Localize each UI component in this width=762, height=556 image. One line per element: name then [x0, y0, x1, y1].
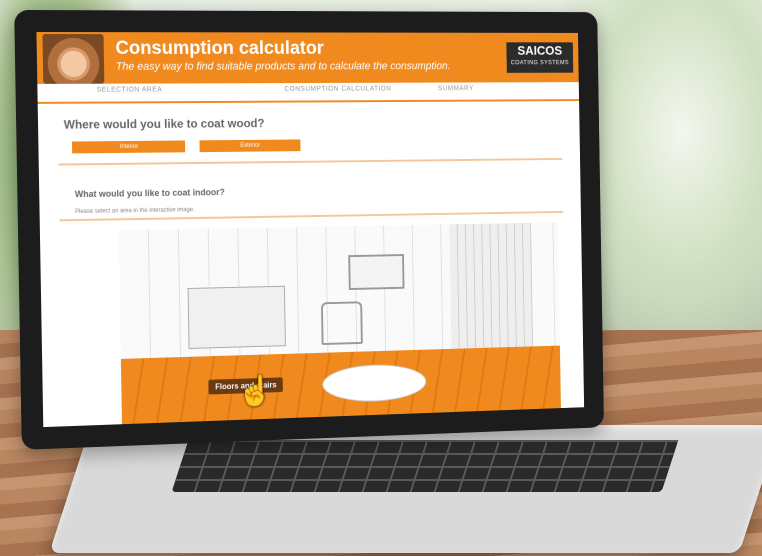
step-tabs: SELECTION AREA CONSUMPTION CALCULATION S…	[37, 82, 580, 104]
armchair[interactable]	[320, 301, 363, 346]
logo-tagline: COATING SYSTEMS	[510, 60, 570, 67]
laptop-screen: Consumption calculator The easy way to f…	[36, 32, 585, 428]
keyboard-rows	[171, 440, 679, 492]
wall-picture	[348, 254, 405, 291]
select-area-hint: Please select an area in the interactive…	[75, 207, 195, 216]
tab-consumption-calculation[interactable]: CONSUMPTION CALCULATION	[284, 86, 391, 93]
interior-button[interactable]: Interior	[71, 140, 186, 154]
pointer-hand-icon: ☝	[237, 374, 274, 409]
saicos-logo: SAICOS COATING SYSTEMS	[506, 42, 574, 73]
app-title: Consumption calculator	[115, 38, 324, 59]
laptop-lid: Consumption calculator The easy way to f…	[14, 9, 604, 450]
question-location: Where would you like to coat wood?	[63, 116, 265, 132]
app-subtitle: The easy way to find suitable products a…	[115, 60, 451, 73]
exterior-button[interactable]: Exterior	[199, 139, 301, 153]
app-header: Consumption calculator The easy way to f…	[36, 32, 579, 84]
wood-panel-wall[interactable]	[449, 222, 534, 359]
logo-text: SAICOS	[517, 43, 563, 58]
kitchen-area[interactable]	[187, 285, 286, 349]
section-divider	[58, 157, 563, 166]
child-avatar-image	[42, 34, 105, 84]
tab-summary[interactable]: SUMMARY	[438, 85, 474, 92]
question-indoor-area: What would you like to coat indoor?	[74, 187, 225, 200]
tab-selection-area[interactable]: SELECTION AREA	[97, 86, 163, 93]
interactive-room-image[interactable]: Floors and stairs ☝	[118, 222, 561, 428]
